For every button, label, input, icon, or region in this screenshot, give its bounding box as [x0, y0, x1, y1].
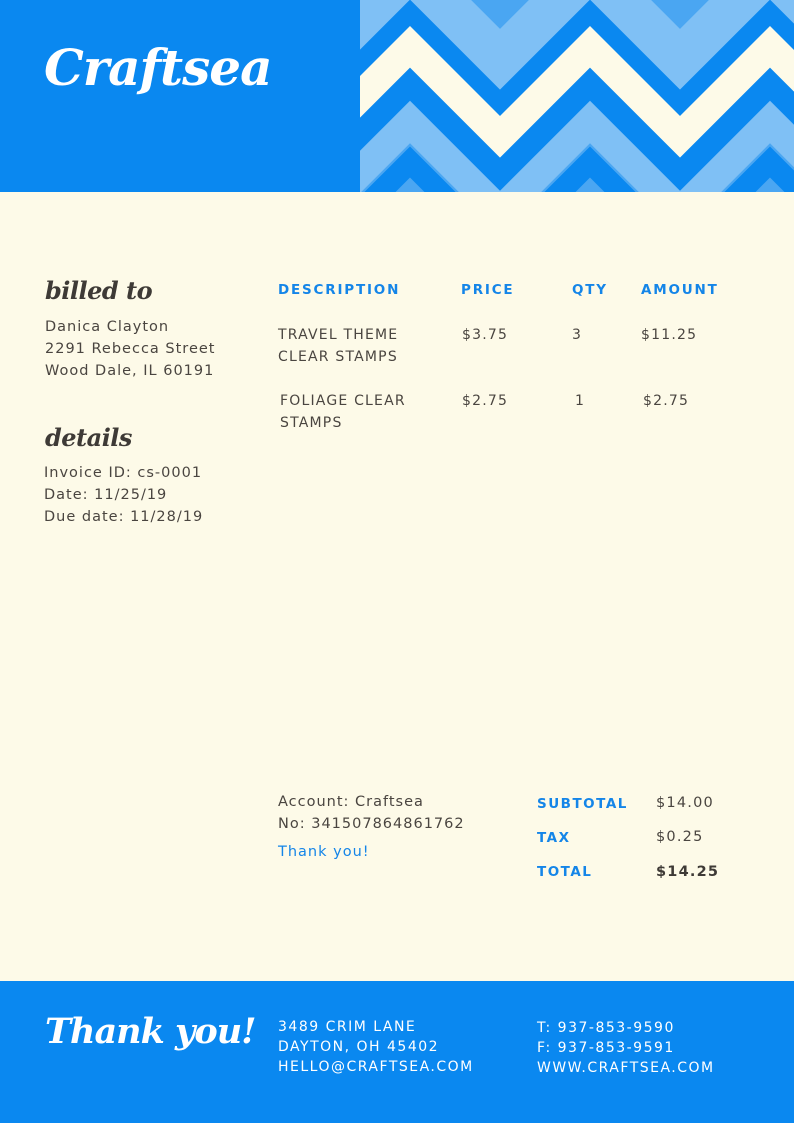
tax-label: TAX — [537, 830, 571, 846]
account-number: No: 341507864861762 — [278, 816, 465, 832]
invoice-header: Craftsea — [0, 0, 794, 192]
item-description-line2: CLEAR STAMPS — [278, 349, 398, 365]
invoice-footer: Thank you! 3489 CRIM LANE DAYTON, OH 454… — [0, 981, 794, 1123]
billed-to-name: Danica Clayton — [45, 319, 170, 335]
item-qty: 1 — [575, 393, 586, 409]
item-price: $3.75 — [462, 327, 509, 343]
item-description-line2: STAMPS — [280, 415, 343, 431]
account-name: Account: Craftsea — [278, 794, 424, 810]
footer-address-street: 3489 CRIM LANE — [278, 1019, 417, 1035]
column-header-qty: QTY — [572, 282, 608, 298]
column-header-price: PRICE — [461, 282, 515, 298]
invoice-id: Invoice ID: cs-0001 — [44, 465, 203, 481]
item-qty: 3 — [572, 327, 583, 343]
thank-you-note: Thank you! — [278, 844, 370, 860]
chevron-pattern — [360, 0, 794, 192]
brand-logo-text: Craftsea — [44, 38, 272, 97]
item-amount: $2.75 — [643, 393, 690, 409]
item-description-line1: FOLIAGE CLEAR — [280, 393, 406, 409]
invoice-date: Date: 11/25/19 — [44, 487, 168, 503]
tax-value: $0.25 — [656, 829, 704, 845]
column-header-description: DESCRIPTION — [278, 282, 401, 298]
invoice-due-date: Due date: 11/28/19 — [44, 509, 204, 525]
item-description-line1: TRAVEL THEME — [278, 327, 399, 343]
item-price: $2.75 — [462, 393, 509, 409]
column-header-amount: AMOUNT — [641, 282, 719, 298]
footer-email: HELLO@CRAFTSEA.COM — [278, 1059, 474, 1075]
footer-phone: T: 937-853-9590 — [537, 1020, 675, 1036]
item-amount: $11.25 — [641, 327, 698, 343]
total-label: TOTAL — [537, 864, 593, 880]
billed-to-city: Wood Dale, IL 60191 — [45, 363, 215, 379]
billed-to-title: billed to — [45, 276, 153, 305]
total-value: $14.25 — [656, 864, 720, 880]
subtotal-value: $14.00 — [656, 795, 714, 811]
subtotal-label: SUBTOTAL — [537, 796, 628, 812]
footer-address-city: DAYTON, OH 45402 — [278, 1039, 440, 1055]
details-title: details — [45, 423, 132, 452]
footer-website: WWW.CRAFTSEA.COM — [537, 1060, 715, 1076]
billed-to-street: 2291 Rebecca Street — [45, 341, 216, 357]
footer-thank-you: Thank you! — [45, 1011, 257, 1052]
footer-fax: F: 937-853-9591 — [537, 1040, 675, 1056]
